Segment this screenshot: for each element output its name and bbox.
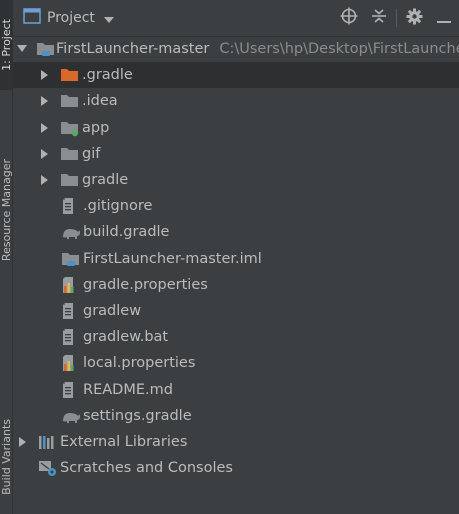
- tree-external-libraries[interactable]: External Libraries: [13, 429, 459, 455]
- view-selector[interactable]: Project: [23, 8, 114, 28]
- toolbar-separator: [396, 9, 397, 27]
- tree-root-path: C:\Users\hp\Desktop\FirstLauncher: [219, 41, 459, 58]
- tree-item-idea-dir[interactable]: .idea: [13, 88, 459, 114]
- collapse-all-icon: [371, 8, 387, 28]
- tree-item-label: .gitignore: [83, 198, 153, 215]
- expand-arrow-down-icon[interactable]: [17, 45, 27, 53]
- expand-arrow-right-icon[interactable]: [39, 70, 51, 81]
- build-variants-tool-tab-label: Build Variants: [0, 419, 13, 495]
- gradle-elephant-icon: [61, 223, 83, 241]
- external-libraries-label: External Libraries: [60, 433, 188, 450]
- view-selector-label: Project: [47, 10, 95, 26]
- scratches-icon: [38, 459, 60, 477]
- build-variants-tool-tab[interactable]: Build Variants: [0, 400, 13, 514]
- collapse-all-button[interactable]: [364, 0, 394, 36]
- iml-file-icon: [61, 250, 83, 268]
- text-file-icon: [61, 302, 83, 320]
- project-tool-tab[interactable]: 1: Project: [0, 0, 13, 90]
- tree-root-label: FirstLauncher-master: [56, 41, 210, 58]
- tree-item-local-properties[interactable]: local.properties: [13, 350, 459, 376]
- tree-item-label: gradlew.bat: [83, 329, 169, 346]
- tree-item-gradle-folder[interactable]: gradle: [13, 167, 459, 193]
- tool-window-strip: 1: Project Resource Manager Build Varian…: [0, 0, 13, 514]
- resource-manager-tool-tab[interactable]: Resource Manager: [0, 140, 13, 280]
- tree-item-label: app: [82, 119, 110, 136]
- tree-item-label: FirstLauncher-master.iml: [83, 250, 262, 267]
- tree-item-label: .gradle: [82, 67, 133, 84]
- tree-scratches-consoles[interactable]: Scratches and Consoles: [13, 455, 459, 481]
- text-file-icon: [61, 381, 83, 399]
- tree-item-gradle-dir[interactable]: .gradle: [13, 62, 459, 89]
- scratches-consoles-label: Scratches and Consoles: [60, 460, 233, 477]
- libraries-icon: [38, 433, 60, 451]
- tree-item-settings-gradle[interactable]: settings.gradle: [13, 403, 459, 429]
- tree-item-iml-file[interactable]: FirstLauncher-master.iml: [13, 246, 459, 272]
- folder-icon: [60, 171, 82, 189]
- tree-item-label: local.properties: [83, 355, 196, 372]
- project-view-icon: [23, 8, 41, 28]
- project-toolbar: Project: [13, 0, 459, 37]
- tree-item-label: gradle: [82, 172, 129, 189]
- project-tool-tab-label: 1: Project: [0, 19, 13, 71]
- folder-icon: [60, 92, 82, 110]
- project-panel: Project FirstLauncher-master C:\Users\hp…: [13, 0, 459, 514]
- tree-item-label: .idea: [82, 93, 118, 110]
- minimize-button[interactable]: [429, 0, 459, 36]
- tree-item-readme[interactable]: README.md: [13, 376, 459, 402]
- tree-item-label: gradlew: [83, 302, 142, 319]
- properties-file-icon: [61, 354, 83, 372]
- tree-root-row[interactable]: FirstLauncher-master C:\Users\hp\Desktop…: [13, 36, 459, 62]
- tree-item-build-gradle[interactable]: build.gradle: [13, 219, 459, 245]
- expand-arrow-right-icon[interactable]: [39, 175, 51, 186]
- gear-icon: [406, 8, 423, 29]
- minimize-icon: [437, 9, 451, 28]
- tree-item-label: gif: [82, 145, 101, 162]
- tree-item-gitignore[interactable]: .gitignore: [13, 193, 459, 219]
- locate-file-button[interactable]: [334, 0, 364, 36]
- project-tree: FirstLauncher-master C:\Users\hp\Desktop…: [13, 36, 459, 481]
- tree-item-gif-dir[interactable]: gif: [13, 141, 459, 167]
- expand-arrow-right-icon[interactable]: [39, 148, 51, 159]
- chevron-down-icon: [103, 9, 114, 28]
- text-file-icon: [61, 197, 83, 215]
- text-file-icon: [61, 328, 83, 346]
- folder-icon: [60, 145, 82, 163]
- tree-item-label: settings.gradle: [83, 407, 192, 424]
- folder-orange-icon: [60, 66, 82, 84]
- tree-item-label: README.md: [83, 381, 173, 398]
- crosshair-icon: [340, 7, 358, 29]
- properties-file-icon: [61, 276, 83, 294]
- expand-arrow-right-icon[interactable]: [39, 96, 51, 107]
- module-folder-icon: [60, 119, 82, 137]
- tree-item-gradlew-bat[interactable]: gradlew.bat: [13, 324, 459, 350]
- tree-item-label: build.gradle: [83, 224, 170, 241]
- expand-arrow-right-icon[interactable]: [39, 122, 51, 133]
- tree-item-label: gradle.properties: [83, 276, 208, 293]
- tree-item-app-module[interactable]: app: [13, 115, 459, 141]
- tree-item-gradle-properties[interactable]: gradle.properties: [13, 272, 459, 298]
- gradle-elephant-icon: [61, 407, 83, 425]
- module-folder-icon: [36, 40, 56, 58]
- resource-manager-tool-tab-label: Resource Manager: [0, 158, 13, 262]
- tree-item-gradlew[interactable]: gradlew: [13, 298, 459, 324]
- expand-arrow-right-icon[interactable]: [17, 436, 29, 447]
- settings-button[interactable]: [399, 0, 429, 36]
